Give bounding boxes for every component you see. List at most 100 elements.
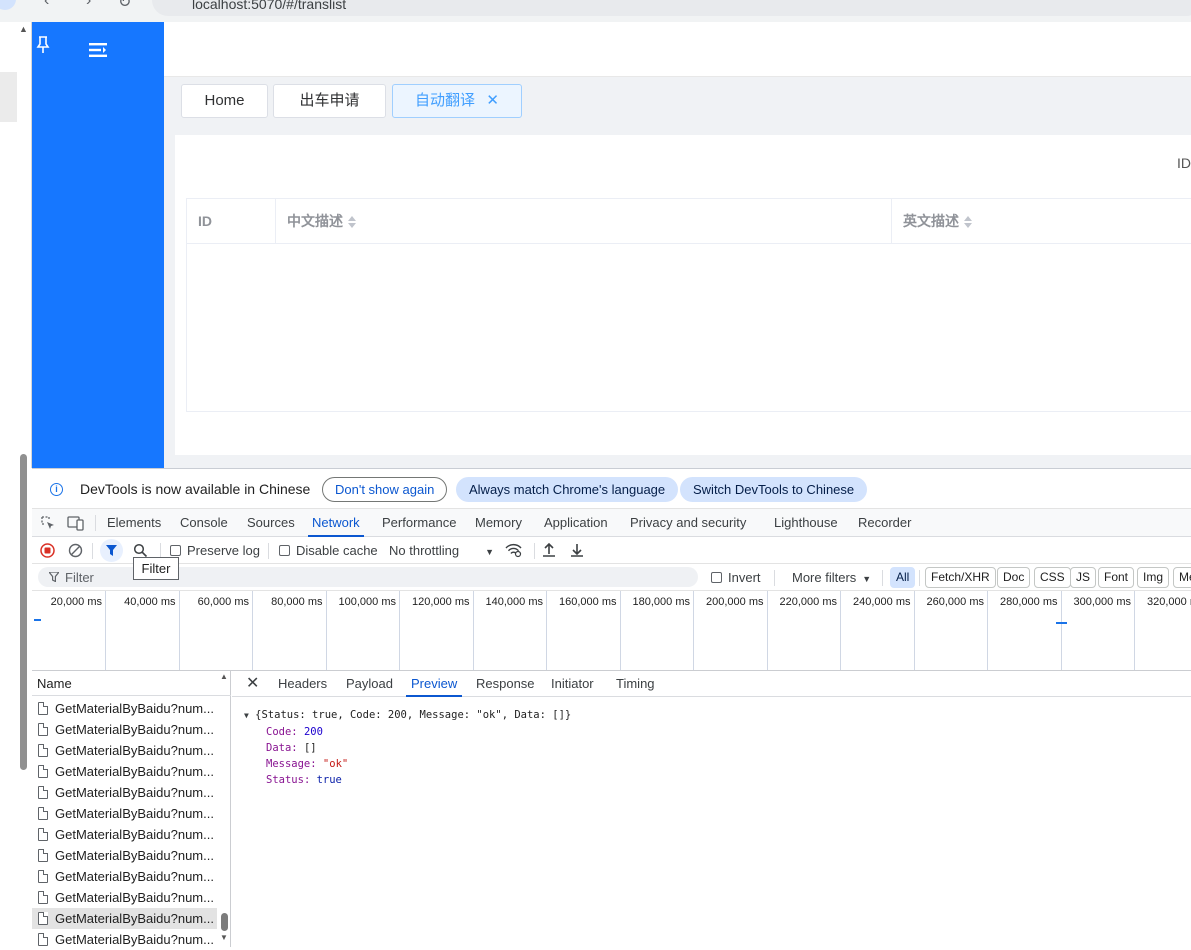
type-chip-fetch-xhr[interactable]: Fetch/XHR bbox=[925, 567, 996, 588]
menu-fold-icon[interactable] bbox=[89, 42, 107, 58]
more-filters-dropdown[interactable]: More filters ▼ bbox=[792, 564, 871, 591]
scrollbar-thumb[interactable] bbox=[221, 913, 228, 931]
forward-icon[interactable]: › bbox=[86, 0, 91, 10]
network-conditions-icon[interactable] bbox=[505, 543, 522, 558]
preview-field-message: Message: "ok" bbox=[266, 758, 349, 770]
document-icon bbox=[38, 912, 48, 925]
divider bbox=[268, 543, 269, 559]
match-language-button[interactable]: Always match Chrome's language bbox=[456, 477, 679, 502]
tab-initiator[interactable]: Initiator bbox=[551, 671, 594, 697]
request-name: GetMaterialByBaidu?num... bbox=[55, 848, 214, 863]
request-row[interactable]: GetMaterialByBaidu?num... bbox=[32, 824, 217, 845]
type-chip-font[interactable]: Font bbox=[1098, 567, 1135, 588]
request-row[interactable]: GetMaterialByBaidu?num... bbox=[32, 908, 217, 929]
close-icon[interactable]: ✕ bbox=[246, 671, 259, 697]
inspect-element-icon[interactable] bbox=[40, 515, 56, 531]
request-row[interactable]: GetMaterialByBaidu?num... bbox=[32, 929, 217, 950]
request-marker bbox=[1056, 622, 1067, 624]
tab-home[interactable]: Home bbox=[181, 84, 268, 118]
divider bbox=[774, 570, 775, 586]
tab-sources[interactable]: Sources bbox=[247, 509, 295, 537]
request-row[interactable]: GetMaterialByBaidu?num... bbox=[32, 887, 217, 908]
type-chip-doc[interactable]: Doc bbox=[997, 567, 1031, 588]
devtools-tabbar: Elements Console Sources Network Perform… bbox=[32, 509, 1191, 537]
close-icon[interactable]: ✕ bbox=[486, 85, 499, 117]
tab-memory[interactable]: Memory bbox=[475, 509, 522, 537]
type-chip-js[interactable]: JS bbox=[1070, 567, 1097, 588]
tab-vehicle-request[interactable]: 出车申请 bbox=[273, 84, 386, 118]
divider bbox=[919, 570, 920, 586]
scroll-up-icon[interactable]: ▲ bbox=[220, 672, 228, 681]
checkbox-box[interactable] bbox=[170, 545, 181, 556]
type-chip-img[interactable]: Img bbox=[1137, 567, 1170, 588]
url-text[interactable]: localhost:5070/#/translist bbox=[192, 0, 346, 12]
column-header-id[interactable]: ID bbox=[187, 199, 275, 244]
sort-icon[interactable] bbox=[348, 215, 356, 229]
name-column-header[interactable]: Name bbox=[32, 671, 231, 696]
pin-icon[interactable] bbox=[36, 36, 50, 54]
request-row[interactable]: GetMaterialByBaidu?num... bbox=[32, 698, 217, 719]
preview-summary[interactable]: ▼ {Status: true, Code: 200, Message: "ok… bbox=[244, 707, 571, 724]
throttling-select[interactable]: No throttling ▼ bbox=[389, 537, 494, 564]
request-list-scrollbar[interactable]: ▲ ▼ bbox=[219, 672, 231, 947]
search-icon[interactable] bbox=[133, 543, 148, 558]
tab-timing[interactable]: Timing bbox=[616, 671, 655, 697]
tab-preview[interactable]: Preview bbox=[406, 671, 463, 697]
table-header: ID 中文描述 英文描述 bbox=[187, 199, 1191, 244]
scroll-up-icon[interactable]: ▲ bbox=[19, 24, 28, 34]
document-icon bbox=[38, 828, 48, 841]
request-row[interactable]: GetMaterialByBaidu?num... bbox=[32, 782, 217, 803]
tab-response[interactable]: Response bbox=[476, 671, 535, 697]
address-bar[interactable]: localhost:5070/#/translist bbox=[152, 0, 1191, 16]
device-toolbar-icon[interactable] bbox=[67, 515, 85, 531]
disable-cache-checkbox[interactable]: Disable cache bbox=[279, 537, 378, 564]
tab-lighthouse[interactable]: Lighthouse bbox=[774, 509, 838, 537]
record-stop-icon[interactable] bbox=[40, 543, 55, 558]
request-name: GetMaterialByBaidu?num... bbox=[55, 806, 214, 821]
switch-to-chinese-button[interactable]: Switch DevTools to Chinese bbox=[680, 477, 868, 502]
invert-checkbox[interactable]: Invert bbox=[711, 564, 761, 591]
tab-auto-translate[interactable]: 自动翻译 ✕ bbox=[392, 84, 522, 118]
checkbox-box[interactable] bbox=[711, 572, 722, 583]
timeline-tick-label: 180,000 ms bbox=[632, 596, 690, 608]
tab-elements[interactable]: Elements bbox=[107, 509, 161, 537]
tab-payload[interactable]: Payload bbox=[346, 671, 393, 697]
back-icon[interactable]: ‹ bbox=[44, 0, 49, 10]
dont-show-again-button[interactable]: Don't show again bbox=[322, 477, 448, 502]
expand-triangle-icon[interactable]: ▼ bbox=[244, 711, 249, 720]
import-har-icon[interactable] bbox=[542, 542, 556, 558]
document-icon bbox=[38, 933, 48, 946]
clear-icon[interactable] bbox=[68, 543, 83, 558]
request-row[interactable]: GetMaterialByBaidu?num... bbox=[32, 803, 217, 824]
type-chip-all[interactable]: All bbox=[890, 567, 916, 588]
checkbox-box[interactable] bbox=[279, 545, 290, 556]
timeline-tick-label: 280,000 ms bbox=[1000, 596, 1058, 608]
type-chip-css[interactable]: CSS bbox=[1034, 567, 1071, 588]
divider bbox=[92, 543, 93, 559]
tab-recorder[interactable]: Recorder bbox=[858, 509, 911, 537]
type-chip-media[interactable]: Me bbox=[1173, 567, 1191, 588]
column-header-chinese-desc[interactable]: 中文描述 bbox=[275, 199, 891, 244]
column-header-english-desc[interactable]: 英文描述 bbox=[891, 199, 1191, 244]
page-scrollbar[interactable] bbox=[20, 454, 27, 770]
preserve-log-checkbox[interactable]: Preserve log bbox=[170, 537, 260, 564]
profile-icon[interactable] bbox=[0, 0, 16, 10]
scroll-down-icon[interactable]: ▼ bbox=[220, 933, 228, 942]
network-overview-timeline[interactable]: 20,000 ms 40,000 ms 60,000 ms 80,000 ms 100,… bbox=[32, 591, 1191, 671]
request-row[interactable]: GetMaterialByBaidu?num... bbox=[32, 761, 217, 782]
tab-application[interactable]: Application bbox=[544, 509, 608, 537]
export-har-icon[interactable] bbox=[570, 542, 584, 558]
sort-icon[interactable] bbox=[964, 215, 972, 229]
request-row[interactable]: GetMaterialByBaidu?num... bbox=[32, 740, 217, 761]
tab-headers[interactable]: Headers bbox=[278, 671, 327, 697]
request-row[interactable]: GetMaterialByBaidu?num... bbox=[32, 866, 217, 887]
reload-icon[interactable]: ↻ bbox=[118, 0, 131, 12]
timeline-tick-label: 300,000 ms bbox=[1073, 596, 1131, 608]
tab-privacy-security[interactable]: Privacy and security bbox=[630, 509, 746, 537]
request-row[interactable]: GetMaterialByBaidu?num... bbox=[32, 719, 217, 740]
tab-console[interactable]: Console bbox=[180, 509, 228, 537]
filter-toggle-button[interactable] bbox=[100, 539, 123, 562]
tab-performance[interactable]: Performance bbox=[382, 509, 456, 537]
request-row[interactable]: GetMaterialByBaidu?num... bbox=[32, 845, 217, 866]
tab-network[interactable]: Network bbox=[308, 509, 364, 537]
